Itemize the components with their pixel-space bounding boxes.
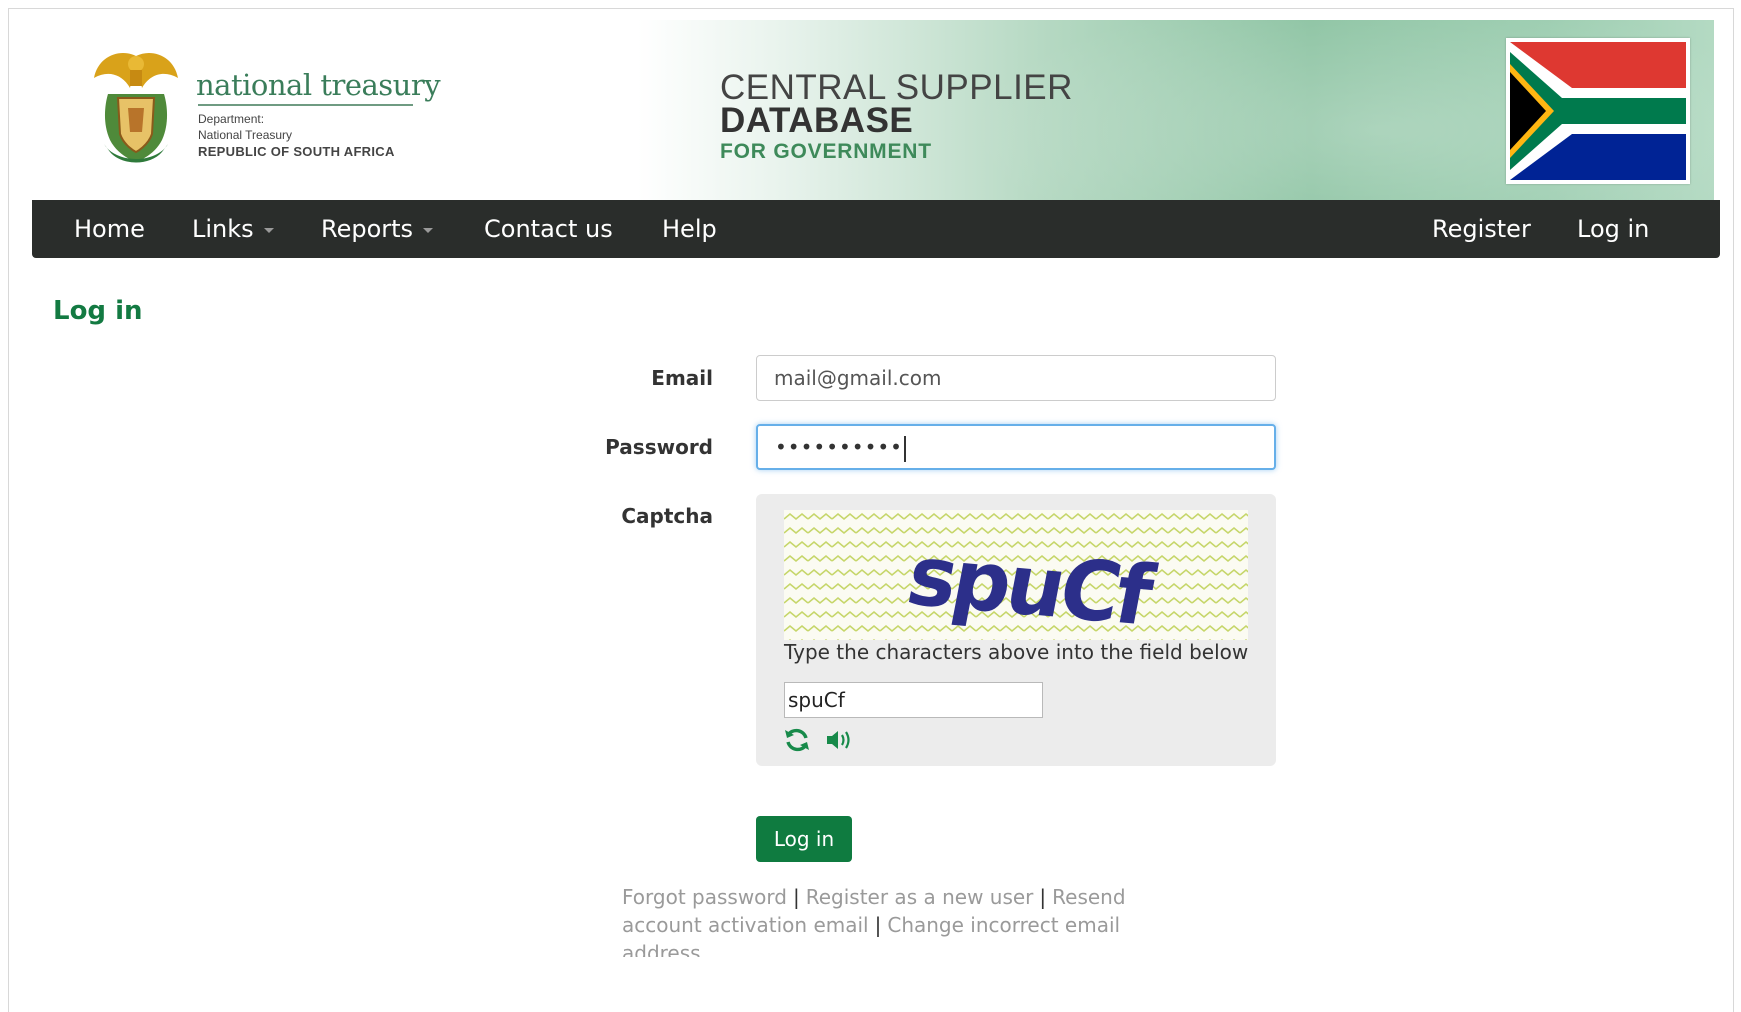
nav-home[interactable]: Home: [74, 200, 145, 258]
nav-home-label: Home: [74, 215, 145, 243]
link-separator: |: [792, 885, 800, 909]
site-title-line-3: FOR GOVERNMENT: [720, 140, 932, 163]
department-line-1: Department:: [198, 112, 265, 126]
nav-log-in[interactable]: Log in: [1577, 200, 1649, 258]
site-title-line-2: DATABASE: [720, 101, 914, 140]
nav-links[interactable]: Links: [192, 200, 274, 258]
nav-reports-label: Reports: [321, 215, 414, 243]
link-separator: |: [874, 913, 882, 937]
register-new-user-link[interactable]: Register as a new user: [806, 885, 1034, 909]
nav-register[interactable]: Register: [1432, 200, 1531, 258]
log-in-button[interactable]: Log in: [756, 816, 852, 862]
nav-help[interactable]: Help: [662, 200, 717, 258]
nav-contact-us-label: Contact us: [484, 215, 613, 243]
header-banner: national treasury Department: National T…: [32, 20, 1714, 200]
captcha-input-value: spuCf: [788, 688, 845, 712]
department-name: national treasury: [196, 68, 441, 102]
department-line-3: REPUBLIC OF SOUTH AFRICA: [198, 144, 395, 159]
chevron-down-icon: [423, 227, 434, 233]
department-name-rule: [198, 104, 413, 106]
captcha-instruction: Type the characters above into the field…: [784, 640, 1249, 664]
refresh-icon[interactable]: [782, 726, 812, 754]
link-separator: |: [1039, 885, 1047, 909]
nav-log-in-label: Log in: [1577, 215, 1650, 243]
email-value: mail@gmail.com: [774, 366, 942, 390]
audio-icon[interactable]: [824, 726, 854, 754]
password-field[interactable]: ••••••••••: [756, 424, 1276, 470]
nav-reports[interactable]: Reports: [321, 200, 434, 258]
nav-register-label: Register: [1432, 215, 1531, 243]
password-value: ••••••••••: [775, 435, 903, 459]
nav-links-label: Links: [192, 215, 254, 243]
email-label: Email: [651, 366, 713, 390]
page-title: Log in: [53, 296, 143, 326]
password-label: Password: [605, 435, 713, 459]
email-field[interactable]: mail@gmail.com: [756, 355, 1276, 401]
captcha-label: Captcha: [621, 504, 713, 528]
chevron-down-icon: [263, 227, 274, 233]
text-cursor: [903, 435, 906, 462]
south-africa-flag: [1506, 38, 1690, 184]
account-links: Forgot password | Register as a new user | R…: [622, 883, 1162, 957]
nav-contact-us[interactable]: Contact us: [484, 200, 613, 258]
department-line-2: National Treasury: [198, 128, 293, 142]
coat-of-arms-logo: [94, 52, 178, 163]
captcha-panel: spuCf Type the characters above into the…: [756, 494, 1276, 766]
captcha-input[interactable]: spuCf: [784, 682, 1043, 718]
captcha-image: spuCf: [784, 510, 1248, 640]
forgot-password-link[interactable]: Forgot password: [622, 885, 787, 909]
nav-help-label: Help: [662, 215, 717, 243]
main-navbar: Home Links Reports Contact us Help Regis…: [32, 200, 1720, 258]
